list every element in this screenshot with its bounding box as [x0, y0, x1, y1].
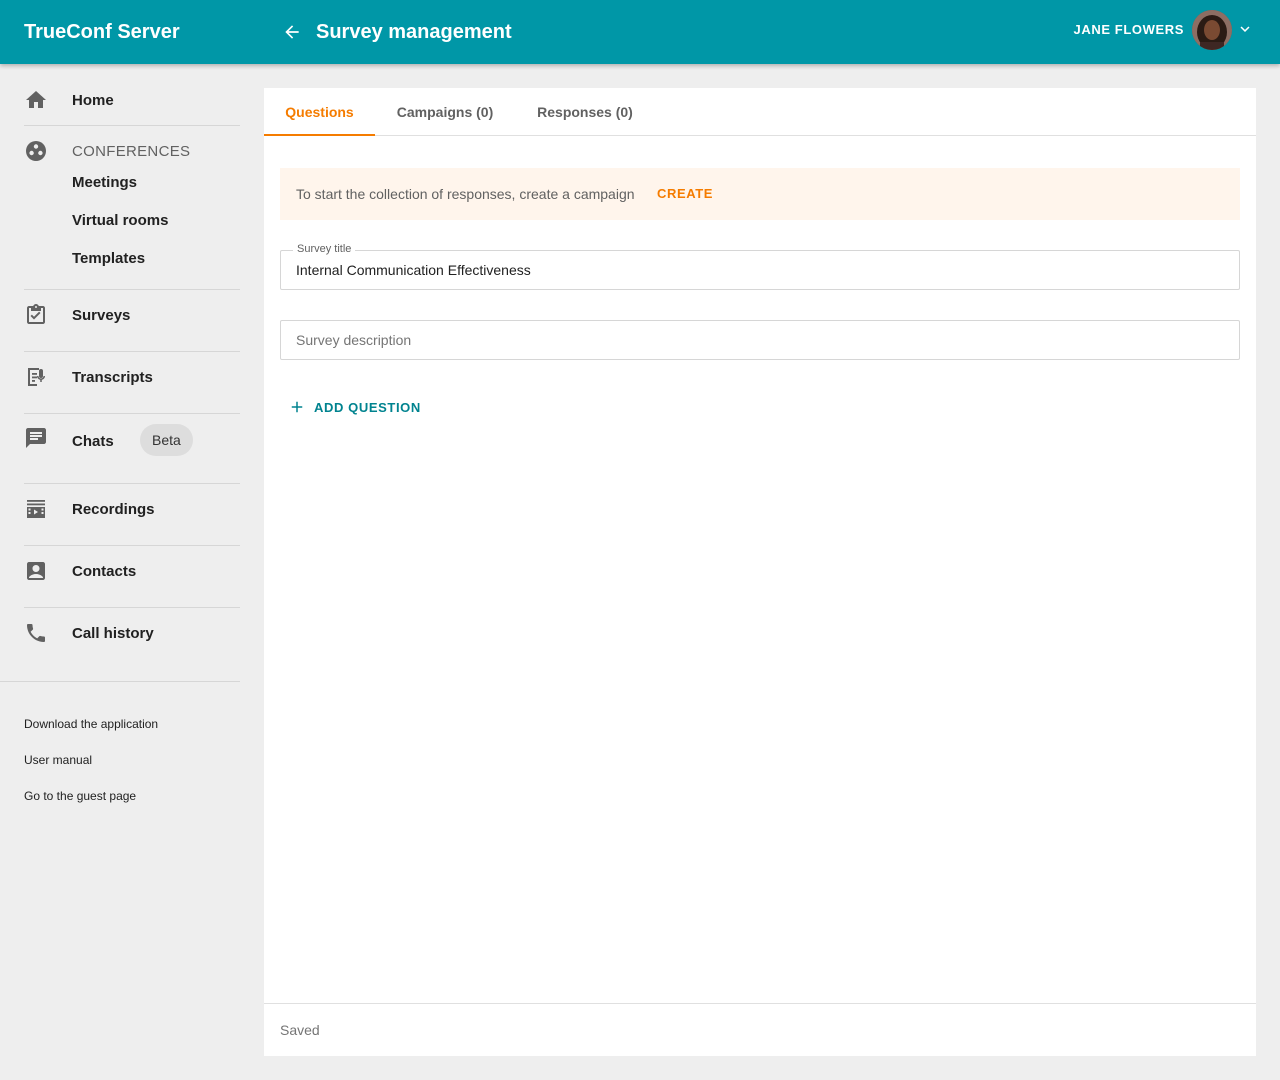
survey-description-field	[280, 320, 1240, 360]
create-campaign-button[interactable]: CREATE	[657, 168, 713, 220]
beta-badge: Beta	[140, 424, 193, 456]
clipboard-check-icon	[24, 303, 48, 327]
survey-editor-card: Questions Campaigns (0) Responses (0) To…	[264, 88, 1256, 1056]
divider	[0, 681, 240, 682]
avatar[interactable]	[1192, 10, 1232, 50]
sidebar-item-transcripts[interactable]: Transcripts	[24, 357, 240, 397]
tab-questions[interactable]: Questions	[264, 88, 375, 136]
divider	[24, 545, 240, 546]
user-manual-link[interactable]: User manual	[24, 753, 92, 767]
chevron-down-icon[interactable]	[1236, 20, 1254, 38]
tab-bar: Questions Campaigns (0) Responses (0)	[264, 88, 1256, 136]
divider	[24, 289, 240, 290]
sidebar-item-surveys[interactable]: Surveys	[24, 295, 240, 335]
survey-title-input[interactable]	[296, 251, 1226, 289]
sidebar-item-recordings[interactable]: Recordings	[24, 489, 240, 529]
sidebar-item-label: Recordings	[72, 500, 155, 518]
survey-description-input[interactable]	[296, 321, 1226, 359]
page-title: Survey management	[316, 21, 512, 43]
sidebar-item-label: Call history	[72, 624, 154, 642]
save-status: Saved	[280, 1022, 320, 1038]
sidebar-item-contacts[interactable]: Contacts	[24, 551, 240, 591]
campaign-banner: To start the collection of responses, cr…	[280, 168, 1240, 220]
app-bar: TrueConf Server Survey management JANE F…	[0, 0, 1280, 64]
chat-icon	[24, 426, 48, 450]
tab-responses[interactable]: Responses (0)	[515, 88, 655, 136]
banner-text: To start the collection of responses, cr…	[296, 186, 635, 202]
card-footer: Saved	[264, 1003, 1256, 1056]
phone-icon	[24, 621, 48, 645]
sidebar-item-label: Home	[72, 91, 114, 109]
divider	[24, 413, 240, 414]
divider	[24, 351, 240, 352]
sidebar-item-label: Templates	[72, 249, 146, 267]
sidebar-item-label: Chats	[72, 433, 114, 450]
survey-title-field: Survey title	[280, 243, 1240, 290]
sidebar-item-label: Surveys	[72, 306, 131, 324]
contact-icon	[24, 559, 48, 583]
plus-icon	[288, 398, 306, 416]
guest-page-link[interactable]: Go to the guest page	[24, 789, 136, 803]
sidebar-item-call-history[interactable]: Call history	[24, 613, 240, 653]
sidebar-item-label: Virtual rooms	[72, 211, 169, 229]
sidebar-item-home[interactable]: Home	[24, 80, 240, 120]
download-app-link[interactable]: Download the application	[24, 717, 158, 731]
app-brand[interactable]: TrueConf Server	[24, 0, 180, 64]
transcript-icon	[24, 365, 48, 389]
home-icon	[24, 88, 48, 112]
divider	[24, 125, 240, 126]
active-tab-indicator	[264, 134, 375, 136]
sidebar-item-label: Meetings	[72, 173, 138, 191]
divider	[24, 607, 240, 608]
add-question-button[interactable]: ADD QUESTION	[288, 396, 421, 418]
sidebar: Home CONFERENCES Meetings Virtual rooms …	[0, 64, 264, 1080]
user-name[interactable]: JANE FLOWERS	[1074, 0, 1184, 60]
tab-campaigns[interactable]: Campaigns (0)	[375, 88, 515, 136]
section-label: CONFERENCES	[72, 142, 191, 160]
sidebar-item-chats[interactable]: Chats Beta	[24, 423, 240, 463]
conferences-icon	[24, 139, 48, 163]
back-arrow-icon[interactable]	[278, 18, 306, 46]
sidebar-item-label: Contacts	[72, 562, 137, 580]
sidebar-item-label: Transcripts	[72, 368, 153, 386]
sidebar-item-meetings[interactable]: Meetings	[24, 162, 240, 202]
add-question-label: ADD QUESTION	[314, 399, 421, 415]
recordings-icon	[24, 497, 48, 521]
sidebar-item-templates[interactable]: Templates	[24, 238, 240, 278]
divider	[24, 483, 240, 484]
sidebar-item-virtual-rooms[interactable]: Virtual rooms	[24, 200, 240, 240]
